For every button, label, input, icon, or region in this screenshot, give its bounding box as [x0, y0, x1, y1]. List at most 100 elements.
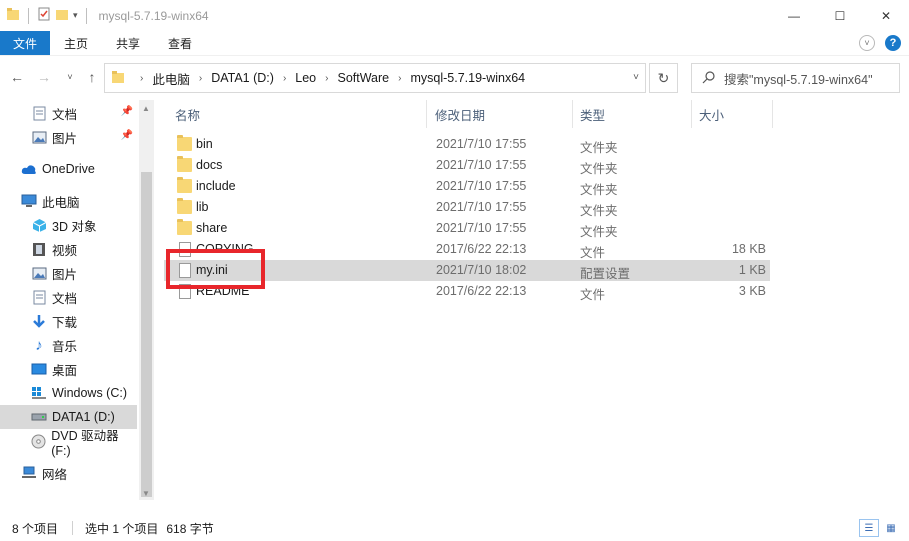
- customize-toolbar-icon[interactable]: ▾: [73, 10, 78, 21]
- column-divider[interactable]: [772, 100, 773, 128]
- sidebar-item-label: 桌面: [52, 363, 78, 378]
- expand-ribbon-icon[interactable]: ˅: [859, 35, 875, 51]
- chevron-right-icon[interactable]: ›: [199, 73, 202, 84]
- folder-icon[interactable]: [6, 7, 20, 24]
- tab-file[interactable]: 文件: [0, 31, 51, 55]
- sidebar-item-3d-objects[interactable]: 3D 对象: [0, 213, 137, 237]
- up-arrow-icon[interactable]: ↑: [84, 69, 100, 85]
- sidebar-item-windows-c[interactable]: Windows (C:): [0, 381, 137, 405]
- column-header-size[interactable]: 大小: [699, 100, 724, 128]
- highlight-annotation-box: [166, 249, 265, 289]
- table-row[interactable]: docs 2021/7/10 17:55 文件夹: [164, 155, 770, 176]
- file-type: 文件: [580, 246, 606, 260]
- table-row[interactable]: include 2021/7/10 17:55 文件夹: [164, 176, 770, 197]
- sidebar-item-videos[interactable]: 视频: [0, 237, 137, 261]
- new-folder-icon[interactable]: [55, 7, 69, 24]
- address-dropdown-icon[interactable]: ˅: [633, 72, 639, 83]
- table-row[interactable]: share 2021/7/10 17:55 文件夹: [164, 218, 770, 239]
- tab-home[interactable]: 主页: [50, 31, 102, 55]
- sidebar-item-documents-pinned[interactable]: 文档 📌: [0, 101, 137, 125]
- chevron-right-icon[interactable]: ›: [283, 73, 286, 84]
- search-icon: [702, 70, 716, 87]
- column-divider[interactable]: [426, 100, 427, 128]
- sidebar-item-label: DATA1 (D:): [52, 410, 115, 424]
- large-icons-view-icon[interactable]: ▦: [881, 519, 901, 537]
- file-date: 2021/7/10 17:55: [436, 221, 527, 235]
- sidebar-scrollbar[interactable]: ▲ ▼: [139, 100, 154, 500]
- sidebar-item-label: 3D 对象: [52, 219, 97, 234]
- breadcrumb-leo[interactable]: Leo: [295, 71, 316, 85]
- tab-view[interactable]: 查看: [154, 31, 206, 55]
- column-divider[interactable]: [691, 100, 692, 128]
- help-icon[interactable]: ?: [885, 35, 901, 51]
- pin-icon[interactable]: 📌: [121, 130, 133, 141]
- breadcrumb-mysql[interactable]: mysql-5.7.19-winx64: [410, 71, 525, 85]
- table-row[interactable]: bin 2021/7/10 17:55 文件夹: [164, 134, 770, 155]
- breadcrumb-data1[interactable]: DATA1 (D:): [211, 71, 274, 85]
- windows-drive-icon: [31, 385, 47, 401]
- sidebar-item-label: Windows (C:): [52, 386, 128, 400]
- search-input[interactable]: 搜索"mysql-5.7.19-winx64": [691, 63, 900, 93]
- sidebar-item-label: 网络: [42, 467, 68, 482]
- sidebar-item-onedrive[interactable]: OneDrive: [0, 157, 137, 181]
- pin-icon[interactable]: 📌: [121, 106, 133, 117]
- sidebar-item-label: 视频: [52, 243, 78, 258]
- properties-icon[interactable]: [37, 7, 51, 24]
- file-name: share: [196, 221, 228, 235]
- scroll-up-icon[interactable]: ▲: [142, 104, 150, 113]
- sidebar-item-documents[interactable]: 文档: [0, 285, 137, 309]
- details-view-icon[interactable]: ☰: [859, 519, 879, 537]
- 3d-objects-icon: [31, 217, 47, 233]
- sidebar-item-label: 图片: [52, 131, 78, 146]
- maximize-button[interactable]: ☐: [817, 0, 863, 31]
- recent-locations-chevron-icon[interactable]: ˅: [62, 69, 78, 85]
- chevron-right-icon: ›: [140, 72, 144, 84]
- sidebar-item-dvd-f[interactable]: DVD 驱动器 (F:): [0, 429, 137, 458]
- status-selected: 选中 1 个项目: [85, 521, 159, 536]
- sidebar-item-pictures[interactable]: 图片: [0, 261, 137, 285]
- sidebar-item-downloads[interactable]: 下载: [0, 309, 137, 333]
- address-bar[interactable]: › 此电脑 › DATA1 (D:) › Leo › SoftWare › my…: [104, 63, 646, 93]
- file-type: 文件夹: [580, 141, 618, 155]
- column-header-date[interactable]: 修改日期: [435, 100, 485, 128]
- minimize-button[interactable]: —: [771, 0, 817, 31]
- table-row[interactable]: lib 2021/7/10 17:55 文件夹: [164, 197, 770, 218]
- sidebar-item-network[interactable]: 网络: [0, 461, 137, 485]
- column-header-name[interactable]: 名称: [175, 100, 200, 128]
- picture-icon: [31, 265, 47, 281]
- back-arrow-icon[interactable]: ←: [9, 69, 25, 85]
- scroll-down-icon[interactable]: ▼: [142, 489, 150, 498]
- tab-share[interactable]: 共享: [102, 31, 154, 55]
- chevron-right-icon[interactable]: ›: [325, 73, 328, 84]
- file-date: 2021/7/10 17:55: [436, 200, 527, 214]
- file-date: 2021/7/10 18:02: [436, 263, 527, 277]
- file-name: lib: [196, 200, 209, 214]
- status-bar: 8 个项目 选中 1 个项目 618 字节 ☰ ▦: [0, 515, 909, 541]
- sidebar-item-desktop[interactable]: 桌面: [0, 357, 137, 381]
- file-name: include: [196, 179, 236, 193]
- folder-icon: [111, 70, 125, 87]
- status-size: 618 字节: [166, 521, 214, 536]
- sidebar-item-label: 文档: [52, 107, 78, 122]
- chevron-right-icon[interactable]: ›: [398, 73, 401, 84]
- file-date: 2021/7/10 17:55: [436, 179, 527, 193]
- desktop-icon: [31, 361, 47, 377]
- file-date: 2017/6/22 22:13: [436, 284, 527, 298]
- sidebar-item-label: OneDrive: [42, 162, 95, 176]
- column-divider[interactable]: [572, 100, 573, 128]
- breadcrumb-this-pc[interactable]: 此电脑: [152, 69, 190, 88]
- folder-icon: [177, 198, 192, 214]
- refresh-button[interactable]: ↻: [649, 63, 678, 93]
- close-button[interactable]: ✕: [863, 0, 909, 31]
- divider: [72, 521, 74, 535]
- column-header-type[interactable]: 类型: [580, 100, 605, 128]
- sidebar-item-pictures-pinned[interactable]: 图片 📌: [0, 125, 137, 149]
- document-icon: [31, 105, 47, 121]
- navigation-pane: 文档 📌 图片 📌 OneDrive 此电脑 3D 对象 视频 图片 文档 下载…: [0, 100, 154, 500]
- sidebar-item-music[interactable]: ♪ 音乐: [0, 333, 137, 357]
- forward-arrow-icon[interactable]: →: [36, 69, 52, 85]
- scrollbar-thumb[interactable]: [141, 172, 152, 497]
- file-type: 文件夹: [580, 225, 618, 239]
- breadcrumb-software[interactable]: SoftWare: [337, 71, 389, 85]
- sidebar-item-this-pc[interactable]: 此电脑: [0, 189, 137, 213]
